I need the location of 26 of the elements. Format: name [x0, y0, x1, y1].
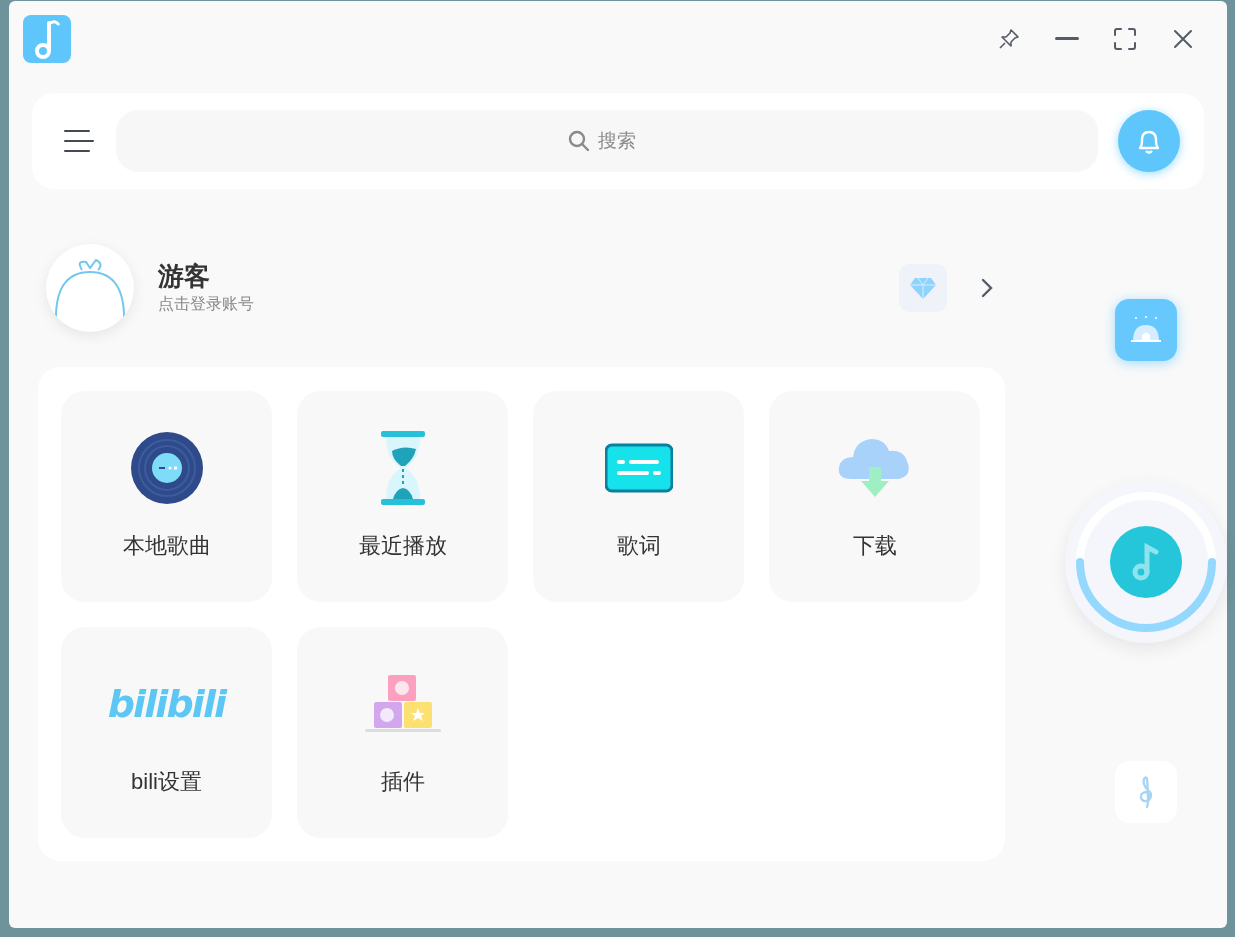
toy-blocks-icon	[364, 675, 441, 733]
feature-tile[interactable]: 插件	[297, 627, 508, 838]
feature-tile[interactable]: 歌词	[533, 391, 744, 602]
menu-icon	[62, 129, 94, 153]
bilibili-logo: bilibili	[107, 685, 226, 723]
app-logo-icon	[23, 15, 71, 63]
close-icon	[1173, 29, 1193, 49]
text-screen-icon	[604, 443, 673, 493]
feature-tile[interactable]: 最近播放	[297, 391, 508, 602]
fullscreen-icon	[1113, 27, 1137, 51]
feature-tile[interactable]: bilibili bili设置	[61, 627, 272, 838]
feature-tile[interactable]: 本地歌曲	[61, 391, 272, 602]
music-note-icon	[1130, 542, 1162, 582]
igloo-icon	[1130, 315, 1162, 345]
search-icon	[568, 130, 590, 152]
search-field[interactable]: 搜索	[598, 126, 646, 156]
login-hint: 点击登录账号	[158, 294, 254, 315]
vinyl-record-icon	[129, 431, 204, 505]
feature-tile[interactable]: 下载	[769, 391, 980, 602]
treble-clef-icon	[1137, 775, 1155, 809]
chevron-right-icon	[981, 278, 993, 298]
pin-icon	[997, 27, 1021, 51]
search-bar[interactable]: 搜索	[116, 110, 1098, 172]
user-name: 游客	[158, 259, 211, 293]
minimize-icon	[1055, 37, 1079, 41]
diamond-icon	[909, 276, 937, 300]
